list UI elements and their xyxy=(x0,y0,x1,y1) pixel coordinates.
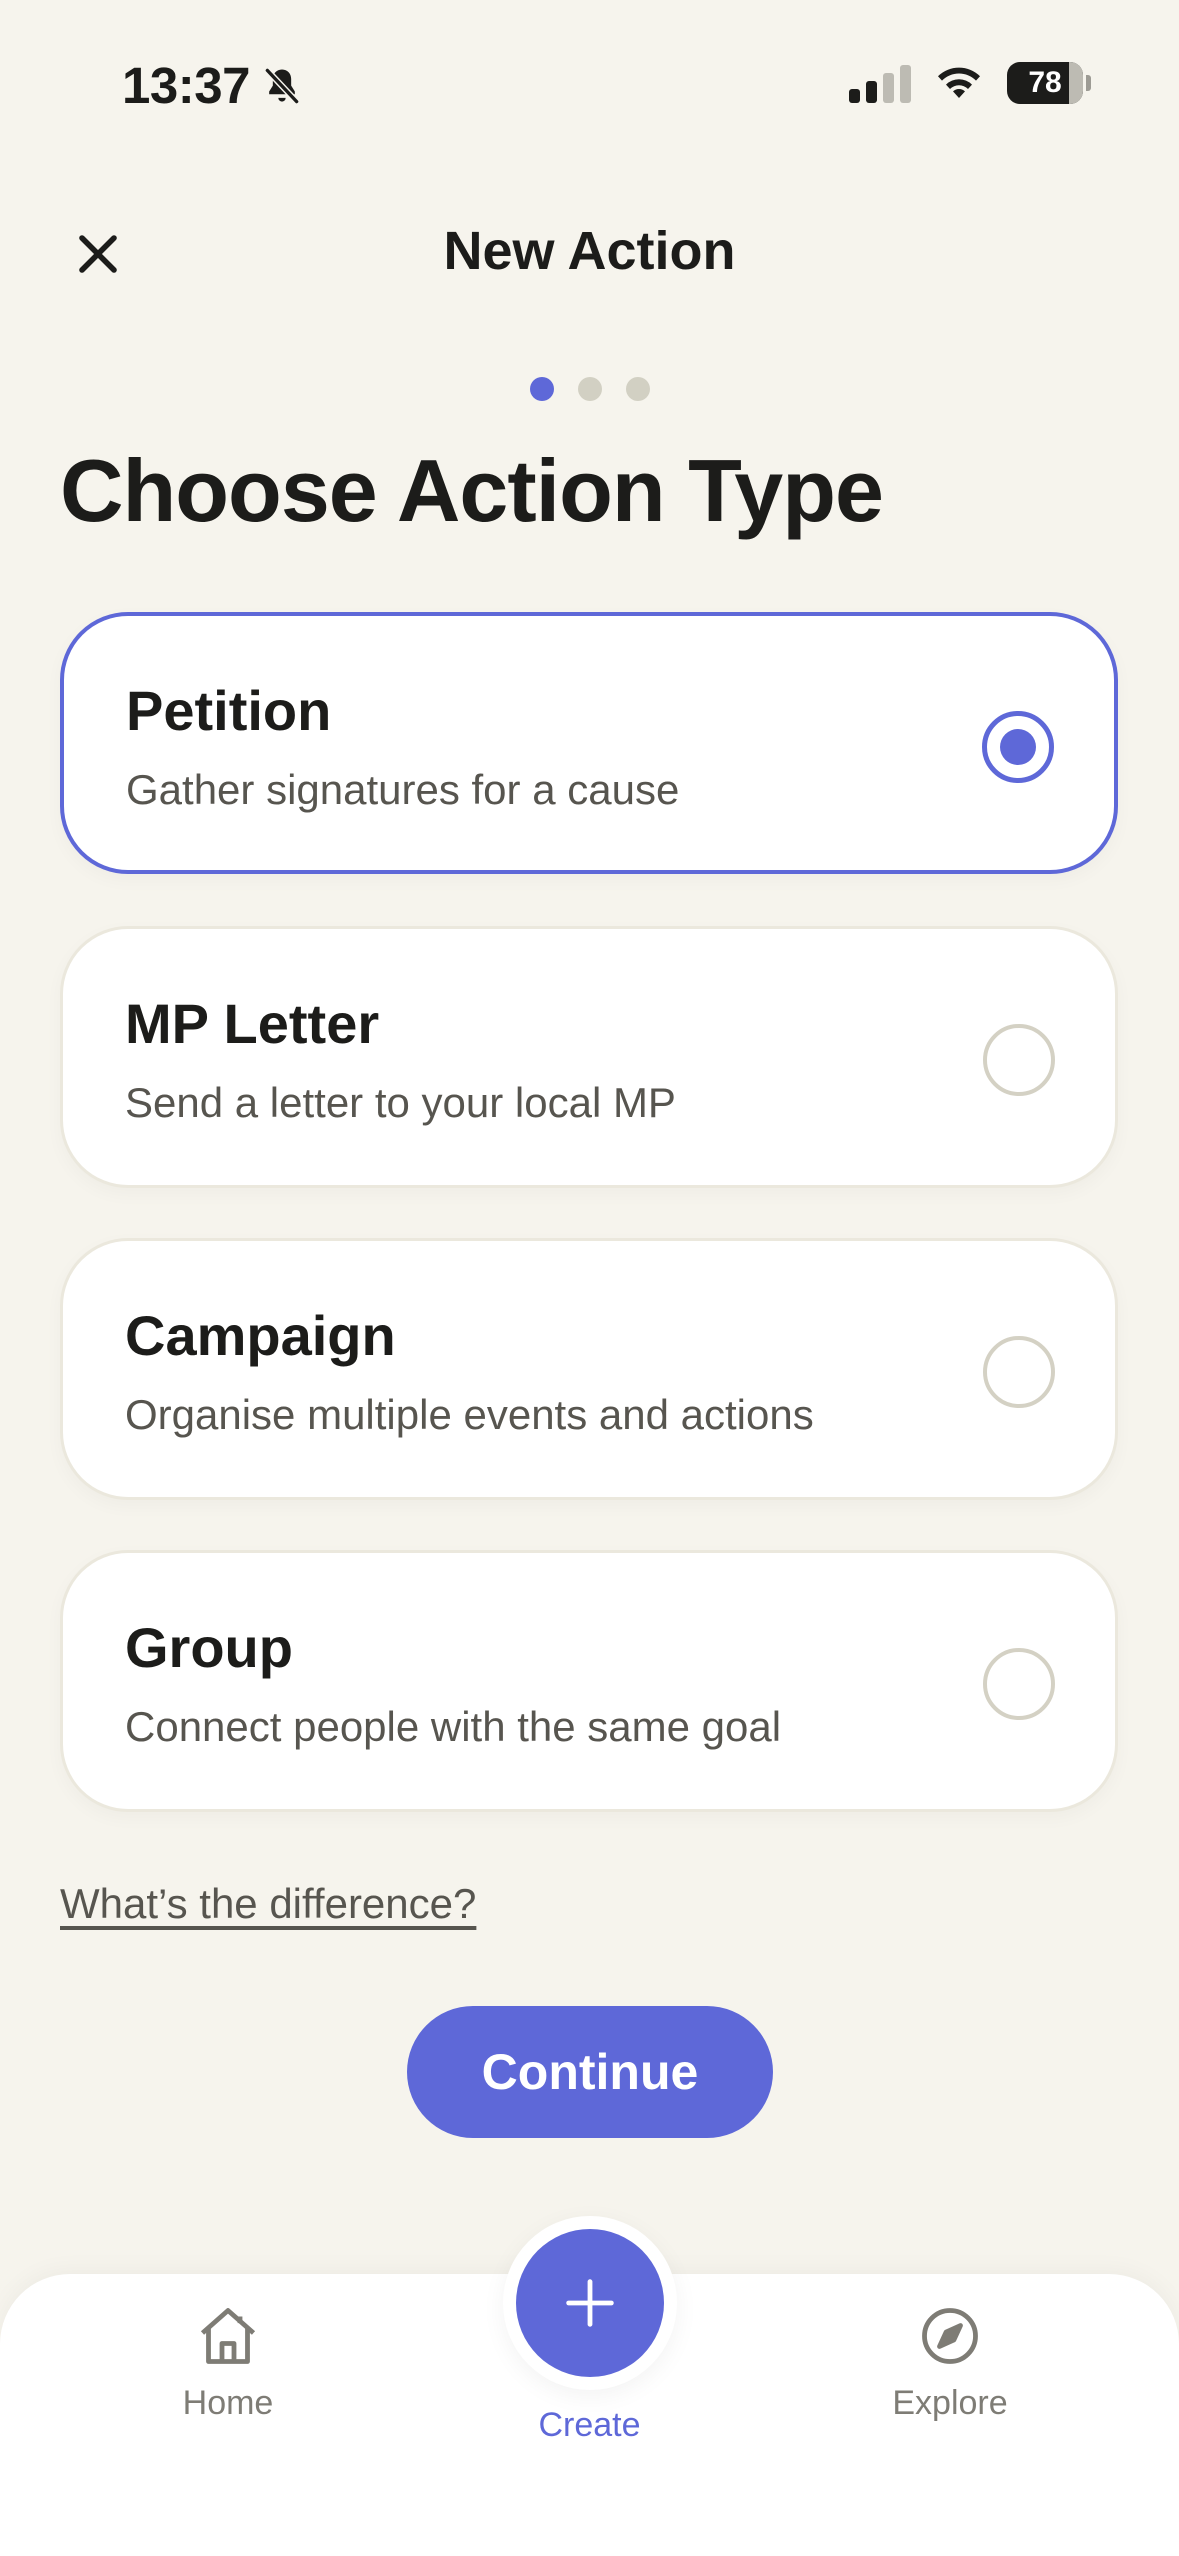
tab-home[interactable]: Home xyxy=(108,2300,348,2423)
option-group[interactable]: Group Connect people with the same goal xyxy=(60,1550,1118,1812)
signal-icon xyxy=(849,63,911,103)
bell-slash-icon xyxy=(265,67,299,104)
step-dot-1 xyxy=(529,377,554,401)
option-campaign[interactable]: Campaign Organise multiple events and ac… xyxy=(60,1238,1118,1500)
tab-explore[interactable]: Explore xyxy=(830,2300,1070,2423)
status-time: 13:37 xyxy=(122,56,304,115)
option-description: Gather signatures for a cause xyxy=(126,766,680,813)
step-indicator xyxy=(0,377,1179,401)
radio-selected[interactable] xyxy=(982,711,1054,783)
status-time-text: 13:37 xyxy=(122,57,250,114)
option-description: Organise multiple events and actions xyxy=(125,1391,814,1438)
battery-level: 78 xyxy=(1028,66,1062,99)
status-icons: 78 xyxy=(849,62,1091,104)
option-description: Connect people with the same goal xyxy=(125,1703,782,1750)
home-icon xyxy=(200,2308,256,2364)
continue-button[interactable]: Continue xyxy=(407,2006,773,2138)
tab-explore-label: Explore xyxy=(892,2384,1008,2422)
wifi-icon xyxy=(938,67,980,98)
header-title: New Action xyxy=(443,221,736,281)
difference-help-link[interactable]: What’s the difference? xyxy=(60,1880,476,1928)
compass-icon xyxy=(922,2308,978,2364)
option-petition[interactable]: Petition Gather signatures for a cause xyxy=(60,612,1118,874)
option-title: Petition xyxy=(126,679,332,742)
radio-unselected[interactable] xyxy=(983,1648,1055,1720)
page-title: Choose Action Type xyxy=(60,441,884,540)
option-title: Group xyxy=(125,1616,293,1679)
radio-unselected[interactable] xyxy=(983,1336,1055,1408)
radio-unselected[interactable] xyxy=(983,1024,1055,1096)
option-title: Campaign xyxy=(125,1304,396,1367)
create-button[interactable] xyxy=(516,2229,664,2377)
option-mp-letter[interactable]: MP Letter Send a letter to your local MP xyxy=(60,926,1118,1188)
option-title: MP Letter xyxy=(125,992,380,1055)
battery-icon: 78 xyxy=(1007,62,1091,104)
plus-icon xyxy=(566,2279,614,2327)
step-dot-2 xyxy=(577,377,602,401)
option-description: Send a letter to your local MP xyxy=(125,1079,676,1126)
create-button-ring xyxy=(503,2216,677,2390)
step-dot-3 xyxy=(625,377,650,401)
screen: 13:37 78 New Action Choose Action Type P… xyxy=(0,0,1179,2556)
